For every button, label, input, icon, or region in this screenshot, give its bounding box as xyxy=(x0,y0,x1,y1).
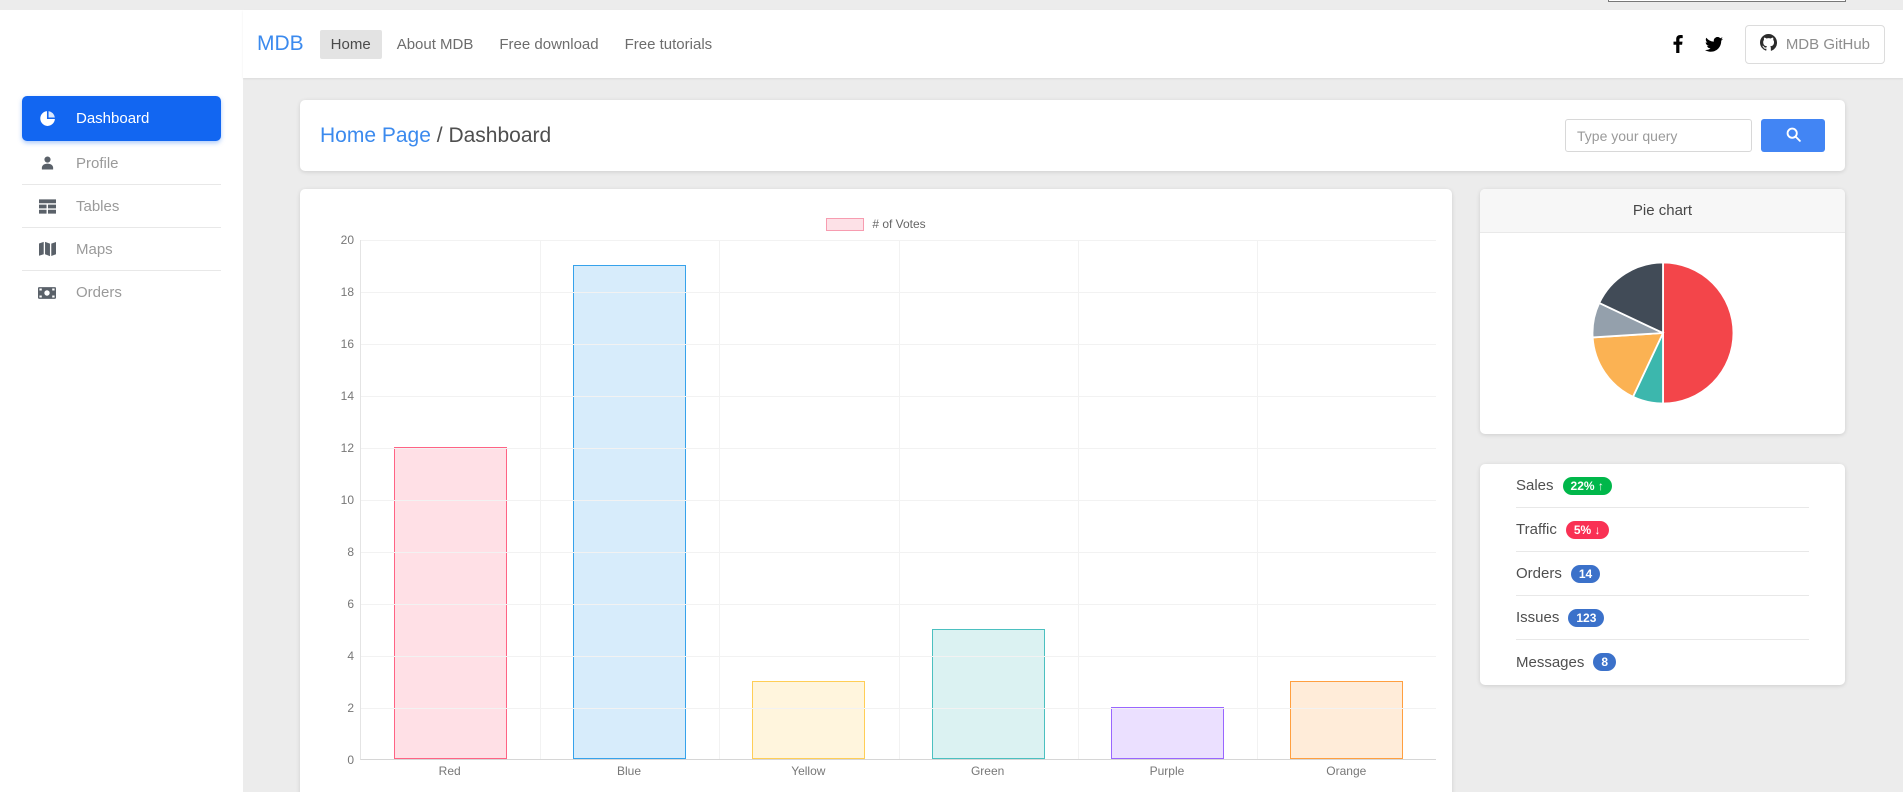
bar-chart-plot: 02468101214161820 RedBlueYellowGreenPurp… xyxy=(316,240,1436,792)
status-badge: 14 xyxy=(1571,565,1600,583)
search-icon xyxy=(1786,127,1801,145)
x-axis-labels: RedBlueYellowGreenPurpleOrange xyxy=(360,764,1436,778)
bar[interactable] xyxy=(1290,681,1403,759)
y-axis-tick: 6 xyxy=(347,597,354,611)
status-badge: 5% ↓ xyxy=(1566,521,1609,539)
y-axis-tick: 12 xyxy=(341,441,354,455)
legend-label: # of Votes xyxy=(872,217,925,231)
status-badge: 22% ↑ xyxy=(1563,477,1612,495)
breadcrumb-current: Dashboard xyxy=(448,124,551,147)
breadcrumb-card: Home Page / Dashboard xyxy=(300,100,1845,171)
stat-row[interactable]: Orders 14 xyxy=(1516,552,1809,596)
y-axis: 02468101214161820 xyxy=(316,240,360,760)
gridline-vertical xyxy=(719,240,720,759)
gridline-vertical xyxy=(1078,240,1079,759)
bar[interactable] xyxy=(932,629,1045,759)
breadcrumb-home-link[interactable]: Home Page xyxy=(320,124,431,147)
y-axis-tick: 8 xyxy=(347,545,354,559)
bar[interactable] xyxy=(573,265,686,759)
sidebar-item-maps[interactable]: Maps xyxy=(22,228,221,271)
sidebar-item-label: Tables xyxy=(76,198,119,215)
x-axis-tick: Orange xyxy=(1257,764,1436,778)
bar[interactable] xyxy=(752,681,865,759)
x-axis-tick: Purple xyxy=(1077,764,1256,778)
chart-legend: # of Votes xyxy=(316,217,1436,231)
sidebar-item-dashboard[interactable]: Dashboard xyxy=(22,96,221,141)
money-icon xyxy=(37,287,57,299)
stat-row[interactable]: Traffic 5% ↓ xyxy=(1516,508,1809,552)
sidebar-item-tables[interactable]: Tables xyxy=(22,185,221,228)
search-form xyxy=(1565,119,1825,152)
top-navbar: MDB Home About MDB Free download Free tu… xyxy=(243,10,1903,78)
gridline-vertical xyxy=(1257,240,1258,759)
browser-partial-field xyxy=(1608,0,1846,2)
stat-label: Messages xyxy=(1516,654,1584,671)
legend-swatch xyxy=(826,218,864,231)
facebook-icon[interactable] xyxy=(1673,35,1683,53)
y-axis-tick: 2 xyxy=(347,701,354,715)
sidebar: Dashboard Profile Tables xyxy=(0,10,243,792)
nav-link-home[interactable]: Home xyxy=(320,30,382,59)
gridline-vertical xyxy=(540,240,541,759)
sidebar-item-label: Profile xyxy=(76,155,119,172)
y-axis-tick: 20 xyxy=(341,233,354,247)
nav-link-free-download[interactable]: Free download xyxy=(488,30,609,59)
y-axis-tick: 4 xyxy=(347,649,354,663)
search-input[interactable] xyxy=(1565,119,1752,152)
stats-card: Sales 22% ↑ Traffic 5% ↓ Orders 14 Issues 123 Me… xyxy=(1480,464,1845,685)
y-axis-tick: 16 xyxy=(341,337,354,351)
pie-chart-title: Pie chart xyxy=(1480,189,1845,233)
table-icon xyxy=(37,199,57,214)
main-content: Home Page / Dashboard # of Votes 0 2 4 6 8 10… xyxy=(243,78,1903,792)
status-badge: 123 xyxy=(1568,609,1604,627)
sidebar-item-profile[interactable]: Profile xyxy=(22,142,221,185)
breadcrumb: Home Page / Dashboard xyxy=(320,124,551,148)
sidebar-item-orders[interactable]: Orders xyxy=(22,271,221,314)
pie-chart-icon xyxy=(37,110,57,127)
gridline-vertical xyxy=(899,240,900,759)
x-axis-tick: Yellow xyxy=(719,764,898,778)
bar-chart-card: # of Votes 0 2 4 6 8 10 12 14 16 18 20 RedBlueYell… xyxy=(300,189,1452,792)
brand-logo[interactable]: MDB xyxy=(257,32,304,56)
twitter-icon[interactable] xyxy=(1705,37,1723,52)
x-axis-tick: Red xyxy=(360,764,539,778)
y-axis-tick: 10 xyxy=(341,493,354,507)
browser-chrome-strip xyxy=(0,0,1903,10)
x-axis-tick: Blue xyxy=(539,764,718,778)
status-badge: 8 xyxy=(1593,653,1616,671)
pie-chart-card: Pie chart xyxy=(1480,189,1845,434)
stat-label: Sales xyxy=(1516,477,1554,494)
mdb-github-label: MDB GitHub xyxy=(1786,36,1870,53)
map-icon xyxy=(37,241,57,257)
user-icon xyxy=(37,155,57,171)
navbar-right: MDB GitHub xyxy=(1673,25,1885,64)
stat-row[interactable]: Messages 8 xyxy=(1516,640,1809,684)
y-axis-tick: 18 xyxy=(341,285,354,299)
sidebar-item-label: Dashboard xyxy=(76,110,149,127)
bar[interactable] xyxy=(1111,707,1224,759)
bar[interactable] xyxy=(394,447,507,759)
plot-area xyxy=(360,240,1436,760)
x-axis-tick: Green xyxy=(898,764,1077,778)
pie-slice[interactable] xyxy=(1663,263,1733,404)
sidebar-nav-list: Dashboard Profile Tables xyxy=(0,96,243,314)
stat-row[interactable]: Issues 123 xyxy=(1516,596,1809,640)
stat-row[interactable]: Sales 22% ↑ xyxy=(1516,464,1809,508)
y-axis-tick: 0 xyxy=(347,753,354,767)
stat-label: Orders xyxy=(1516,565,1562,582)
github-icon xyxy=(1760,34,1777,55)
stat-label: Traffic xyxy=(1516,521,1557,538)
y-axis-tick: 14 xyxy=(341,389,354,403)
pie-chart-body xyxy=(1480,233,1845,433)
nav-link-about-mdb[interactable]: About MDB xyxy=(386,30,485,59)
pie-chart-svg xyxy=(1588,258,1738,408)
nav-link-free-tutorials[interactable]: Free tutorials xyxy=(614,30,724,59)
mdb-github-button[interactable]: MDB GitHub xyxy=(1745,25,1885,64)
sidebar-item-label: Maps xyxy=(76,241,113,258)
sidebar-item-label: Orders xyxy=(76,284,122,301)
breadcrumb-separator: / xyxy=(437,124,443,147)
stat-label: Issues xyxy=(1516,609,1559,626)
navbar-links: Home About MDB Free download Free tutori… xyxy=(320,30,724,59)
search-button[interactable] xyxy=(1761,119,1825,152)
